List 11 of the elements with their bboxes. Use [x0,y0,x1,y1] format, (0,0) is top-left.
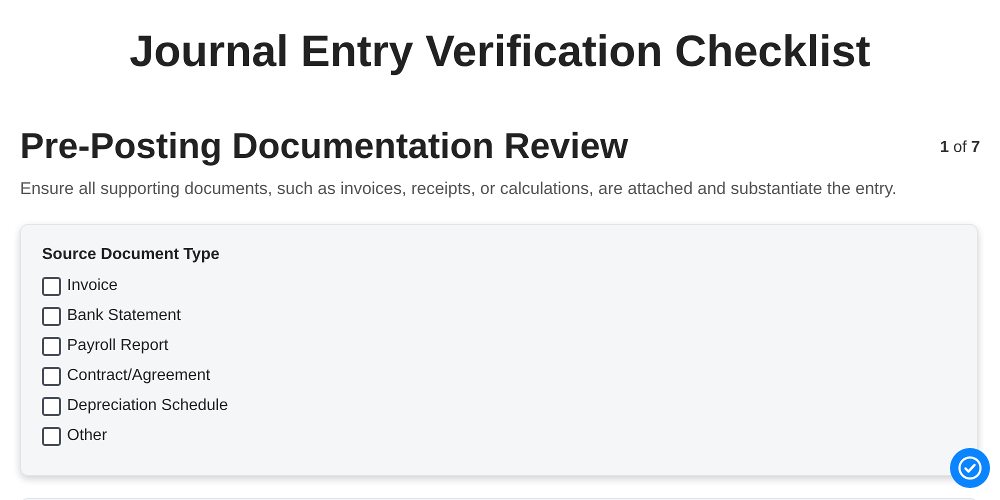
option-label: Depreciation Schedule [67,396,228,416]
option-label: Bank Statement [67,306,181,326]
step-counter: 1 of 7 [940,138,980,158]
option-label: Other [67,426,108,446]
option-label: Invoice [67,276,118,296]
option-label: Contract/Agreement [67,366,210,386]
option-label: Payroll Report [67,336,168,356]
section-description: Ensure all supporting documents, such as invoices, receipts, or calculations, are attached and substantiate the entry. [20,178,898,200]
group-label: Source Document Type [42,245,221,265]
page-title: Journal Entry Verification Checklist [128,26,872,78]
section-heading: Pre-Posting Documentation Review [20,124,628,168]
